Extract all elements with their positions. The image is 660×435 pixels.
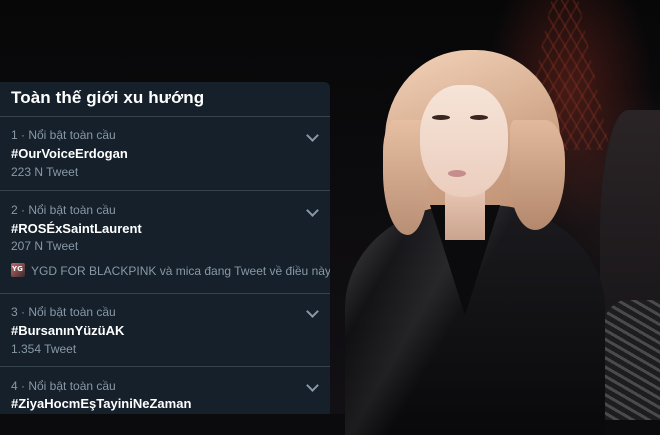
trend-meta: 4 · Nổi bật toàn cầu [11,379,116,393]
chevron-down-icon[interactable] [306,379,319,392]
chevron-down-icon[interactable] [306,305,319,318]
trend-meta: 2 · Nổi bật toàn cầu [11,203,116,217]
person-lips [448,170,466,177]
chevron-down-icon[interactable] [306,204,319,217]
trend-tweet-count: 223 N Tweet [11,165,79,179]
trend-item-3[interactable]: 3 · Nổi bật toàn cầu #BursanınYüzüAK 1.3… [0,294,330,366]
person-eye-right [470,115,488,120]
trend-item-1[interactable]: 1 · Nổi bật toàn cầu #OurVoiceErdogan 22… [0,117,330,190]
trend-context-text: YGD FOR BLACKPINK và mica đang Tweet về … [31,264,330,278]
trend-item-2[interactable]: 2 · Nổi bật toàn cầu #ROSÉxSaintLaurent … [0,191,330,293]
panel-title: Toàn thế giới xu hướng [11,88,205,107]
background-person-jacket [598,300,660,420]
trends-panel: Toàn thế giới xu hướng 1 · Nổi bật toàn … [0,82,330,414]
person-face [420,85,508,197]
trend-hashtag[interactable]: #ROSÉxSaintLaurent [11,221,142,236]
chevron-down-icon[interactable] [306,129,319,142]
trend-hashtag[interactable]: #OurVoiceErdogan [11,146,128,161]
trend-meta: 3 · Nổi bật toàn cầu [11,305,116,319]
trend-meta: 1 · Nổi bật toàn cầu [11,128,116,142]
trend-tweet-count: 1.354 Tweet [11,342,77,356]
person-neck [445,190,485,240]
avatar [11,263,25,277]
trend-hashtag[interactable]: #BursanınYüzüAK [11,323,124,338]
trend-item-4[interactable]: 4 · Nổi bật toàn cầu #ZiyaHocmEşTayiniNe… [0,367,330,414]
trend-hashtag[interactable]: #ZiyaHocmEşTayiniNeZaman [11,396,191,411]
person-eye-left [432,115,450,120]
person-hair-right [510,120,565,230]
trend-tweet-count: 207 N Tweet [11,239,79,253]
